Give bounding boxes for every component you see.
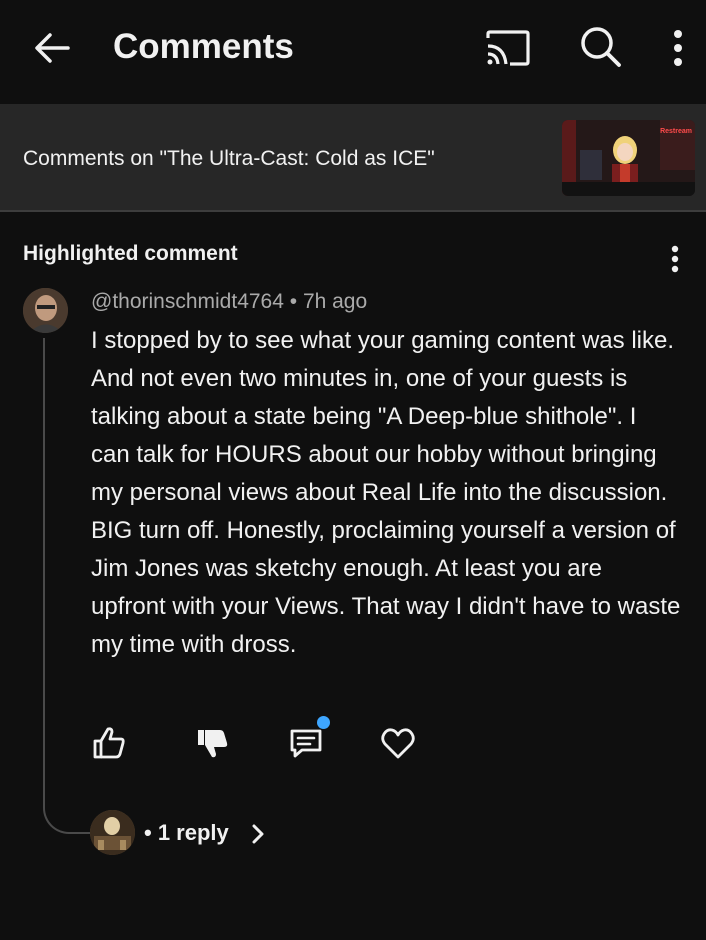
thumbs-down-icon[interactable] xyxy=(192,723,232,763)
video-info-strip[interactable]: Comments on "The Ultra-Cast: Cold as ICE… xyxy=(0,104,706,210)
page-title: Comments xyxy=(113,27,294,66)
reply-icon[interactable] xyxy=(286,723,326,763)
avatar-image xyxy=(23,288,68,333)
comment-text: I stopped by to see what your gaming con… xyxy=(91,327,681,658)
video-thumbnail[interactable]: Restream xyxy=(562,120,695,196)
reply-avatar-image xyxy=(90,810,135,855)
more-vert-icon[interactable] xyxy=(664,24,692,72)
comments-on-video-title: Comments on "The Ultra-Cast: Cold as ICE… xyxy=(23,147,435,170)
chevron-right-icon[interactable] xyxy=(248,822,268,846)
new-activity-dot xyxy=(317,716,330,729)
cast-icon[interactable] xyxy=(484,26,532,70)
thumbs-up-icon[interactable] xyxy=(89,723,129,763)
commenter-avatar[interactable] xyxy=(23,288,68,333)
top-app-bar: Comments xyxy=(0,0,706,104)
thumbnail-image: Restream xyxy=(562,120,695,196)
highlighted-comment-label: Highlighted comment xyxy=(23,242,238,265)
reply-count[interactable]: • 1 reply xyxy=(144,820,229,846)
thumbnail-logo-text: Restream xyxy=(660,128,692,135)
search-icon[interactable] xyxy=(576,22,624,70)
comment-more-icon[interactable] xyxy=(664,244,686,274)
heart-icon[interactable] xyxy=(378,723,418,763)
divider xyxy=(0,210,706,212)
back-arrow-icon[interactable] xyxy=(30,26,74,70)
thread-line xyxy=(43,338,91,834)
reply-avatar xyxy=(90,810,135,855)
comment-meta: @thorinschmidt4764 • 7h ago xyxy=(91,290,368,313)
